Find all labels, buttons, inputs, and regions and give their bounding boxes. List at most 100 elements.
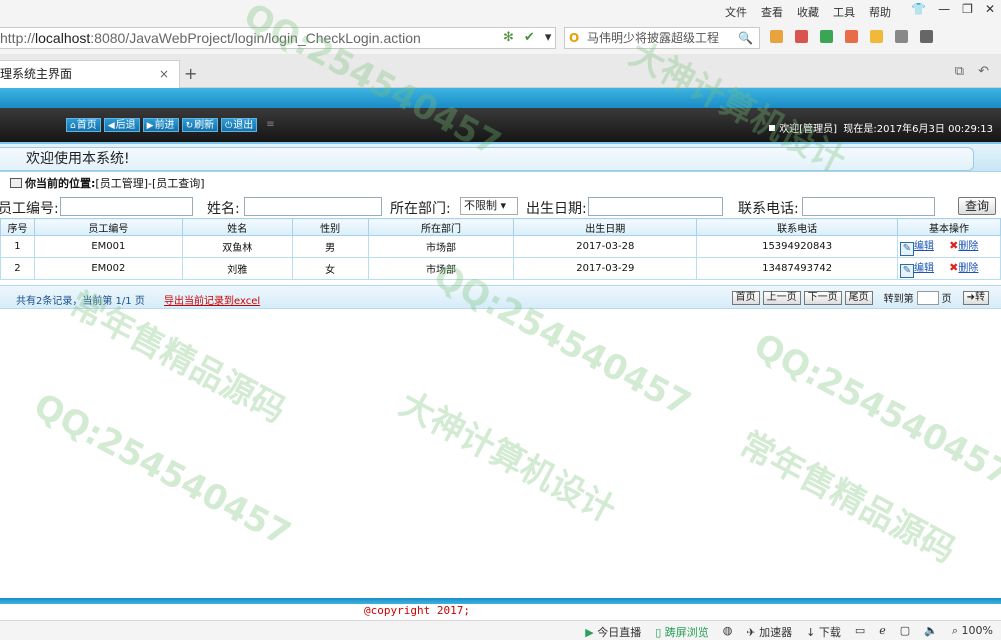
search-icon[interactable]: 🔍 xyxy=(738,28,753,48)
cell-birth: 2017-03-28 xyxy=(513,235,698,258)
location-path: [员工管理]-[员工查询] xyxy=(95,177,205,190)
first-page-button[interactable]: 首页 xyxy=(731,290,760,305)
home-button[interactable]: ⌂首页 xyxy=(66,118,101,132)
cell-gender: 女 xyxy=(291,257,369,280)
dept-select[interactable]: 不限制 ▾ xyxy=(460,197,518,215)
apps-icon[interactable] xyxy=(770,30,783,43)
new-tab-button[interactable]: + xyxy=(184,64,197,83)
edit-link[interactable]: 编辑 xyxy=(914,241,934,252)
screen-button[interactable]: ▯ 踌屏浏览 xyxy=(655,624,709,640)
phone-label: 联系电话: xyxy=(738,201,799,217)
col-index: 序号 xyxy=(0,218,35,236)
tab-strip-icons: ⧉ ↶ xyxy=(955,64,989,79)
home-icon: ⌂ xyxy=(70,121,76,131)
edit-icon[interactable]: ✎ xyxy=(899,264,914,278)
birth-input[interactable] xyxy=(588,197,723,216)
logout-button[interactable]: ⏻退出 xyxy=(221,118,258,132)
volume-icon[interactable]: 🔈 xyxy=(924,624,938,640)
cell-index: 1 xyxy=(0,235,35,258)
forward-button[interactable]: ▶前进 xyxy=(142,118,179,132)
browser-status-bar: ▶ 今日直播 ▯ 踌屏浏览 ◍ ✈ 加速器 ↓ 下载 ▭ ℯ ▢ 🔈 ⌕ 100… xyxy=(0,620,1001,640)
compat-icon[interactable]: ✻ xyxy=(503,30,514,45)
watermark: 常年售精品源码 xyxy=(732,424,962,572)
maximize-icon[interactable]: ❐ xyxy=(962,2,973,16)
menu-view[interactable]: 查看 xyxy=(761,4,783,20)
screen-label: 踌屏浏览 xyxy=(664,626,709,639)
export-excel-link[interactable]: 导出当前记录到excel xyxy=(164,292,260,307)
name-label: 姓名: xyxy=(207,201,240,217)
cell-dept: 市场部 xyxy=(367,257,515,280)
menu-help[interactable]: 帮助 xyxy=(869,4,891,20)
browser-menubar: 文件 查看 收藏 工具 帮助 👕 — ❐ ✕ xyxy=(0,0,1001,22)
zoom-icon[interactable] xyxy=(920,30,933,43)
url-host: localhost xyxy=(35,30,91,46)
restore-tabs-icon[interactable]: ⧉ xyxy=(955,64,964,79)
menu-tools[interactable]: 工具 xyxy=(833,4,855,20)
location-label: 你当前的位置: xyxy=(25,177,96,190)
browser-search-input[interactable]: O 马伟明少将披露超级工程 🔍 xyxy=(564,27,760,49)
query-button[interactable]: 查询 xyxy=(958,197,997,215)
delete-icon[interactable]: ✖ xyxy=(949,261,958,274)
close-icon[interactable]: ✕ xyxy=(985,2,995,16)
refresh-icon: ↻ xyxy=(185,121,194,131)
prev-page-button[interactable]: 上一页 xyxy=(762,290,801,305)
live-label: 今日直播 xyxy=(597,626,642,639)
skin-icon[interactable]: 👕 xyxy=(911,2,926,16)
preview-icon[interactable]: ▭ xyxy=(855,624,865,640)
last-page-button[interactable]: 尾页 xyxy=(844,290,873,305)
delete-link[interactable]: 删除 xyxy=(958,241,978,252)
watermark: QQ:254540457 xyxy=(27,385,298,555)
delete-icon[interactable]: ✖ xyxy=(949,239,958,252)
url-input[interactable]: http://localhost:8080/JavaWebProject/log… xyxy=(0,27,556,49)
emp-no-input[interactable] xyxy=(60,197,193,216)
accelerate-label: 加速器 xyxy=(759,626,793,639)
cell-name: 双鱼林 xyxy=(181,235,293,258)
edit-icon[interactable]: ✎ xyxy=(899,242,914,256)
shield-icon[interactable] xyxy=(820,30,833,43)
download-button[interactable]: ↓ 下载 xyxy=(806,624,841,640)
back-button[interactable]: ◀后退 xyxy=(103,118,140,132)
tab-strip: 理系统主界面 × + ⧉ ↶ xyxy=(0,54,1001,88)
col-phone: 联系电话 xyxy=(696,218,898,236)
globe-icon[interactable]: ◍ xyxy=(723,624,733,640)
magnify-icon: ⌕ xyxy=(951,624,959,637)
go-button[interactable]: ➜转 xyxy=(962,290,989,305)
next-page-button[interactable]: 下一页 xyxy=(803,290,842,305)
cell-name: 刘雅 xyxy=(181,257,293,280)
accelerate-button[interactable]: ✈ 加速器 xyxy=(746,624,792,640)
menu-file[interactable]: 文件 xyxy=(725,4,747,20)
phone-input[interactable] xyxy=(802,197,935,216)
download-label: 下载 xyxy=(818,626,841,639)
refresh-button[interactable]: ↻刷新 xyxy=(181,118,219,132)
col-birth: 出生日期 xyxy=(513,218,698,236)
cell-emp-no: EM001 xyxy=(33,235,183,258)
ie-icon[interactable]: ℯ xyxy=(879,624,886,640)
live-button[interactable]: ▶ 今日直播 xyxy=(585,624,641,640)
user-role: 欢迎[管理员] xyxy=(779,124,837,135)
window-icon[interactable]: ▢ xyxy=(900,624,910,640)
watermark: QQ:254540457 xyxy=(427,255,698,425)
minimize-icon[interactable]: — xyxy=(938,2,950,16)
goto-page-input[interactable] xyxy=(916,290,939,305)
verify-icon[interactable]: ✔ xyxy=(524,30,535,45)
welcome-strip: 欢迎使用本系统! xyxy=(0,142,1001,172)
edit-link[interactable]: 编辑 xyxy=(914,263,934,274)
dropdown-icon[interactable]: ▾ xyxy=(545,30,552,45)
menu-favorites[interactable]: 收藏 xyxy=(797,4,819,20)
translate-icon[interactable] xyxy=(845,30,858,43)
welcome-text: 欢迎使用本系统! xyxy=(0,147,974,171)
bullet-icon xyxy=(769,125,776,131)
undo-close-icon[interactable]: ↶ xyxy=(978,64,989,79)
name-input[interactable] xyxy=(244,197,382,216)
tab-close-icon[interactable]: × xyxy=(159,61,169,87)
mail-icon[interactable] xyxy=(795,30,808,43)
goto-label: 转到第 xyxy=(883,294,914,305)
tab-main[interactable]: 理系统主界面 × xyxy=(0,60,180,88)
screenshot-icon[interactable] xyxy=(895,30,908,43)
breadcrumb: 你当前的位置:[员工管理]-[员工查询] xyxy=(0,174,1001,194)
cell-phone: 13487493742 xyxy=(696,257,898,280)
note-icon[interactable] xyxy=(870,30,883,43)
delete-link[interactable]: 删除 xyxy=(958,263,978,274)
zoom-level[interactable]: ⌕ 100% xyxy=(952,624,993,640)
cell-phone: 15394920843 xyxy=(696,235,898,258)
